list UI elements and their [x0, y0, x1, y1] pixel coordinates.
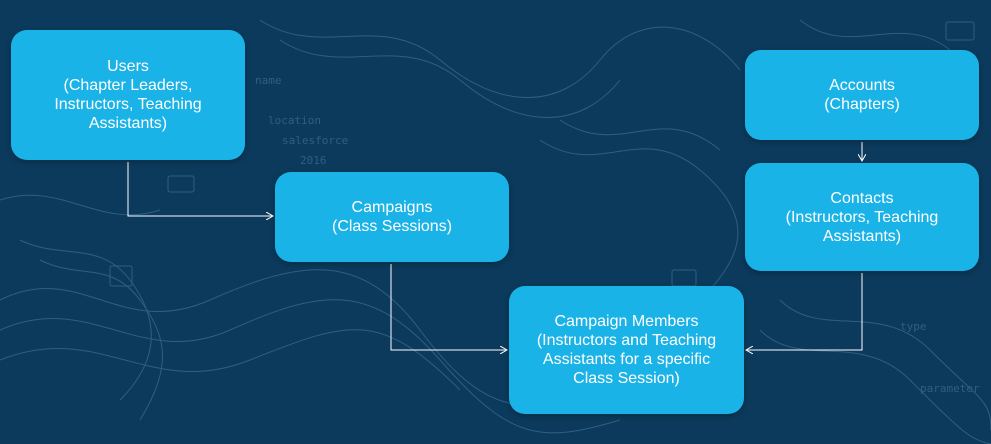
- contacts-node-line: Assistants): [822, 227, 902, 245]
- campaigns-node-line: (Class Sessions): [331, 218, 453, 235]
- campaigns-node[interactable]: Campaigns (Class Sessions): [275, 172, 509, 262]
- svg-text:name: name: [255, 74, 282, 87]
- contacts-node-title: Contacts: [830, 189, 894, 207]
- campaign-members-node[interactable]: Campaign Members (Instructors and Teachi…: [509, 286, 744, 414]
- users-node-title: Users: [107, 58, 149, 75]
- users-node-line: (Chapter Leaders,: [63, 77, 193, 94]
- campaign-members-node-line: Assistants for a specific: [542, 351, 711, 368]
- campaign-members-node-line: Class Session): [573, 370, 680, 387]
- users-node-line: Assistants): [88, 115, 168, 132]
- campaign-members-node-title: Campaign Members: [554, 313, 699, 330]
- svg-text:salesforce: salesforce: [282, 134, 348, 147]
- campaigns-node-title: Campaigns: [351, 199, 433, 216]
- contacts-node[interactable]: Contacts (Instructors, Teaching Assistan…: [745, 163, 979, 271]
- svg-text:parameter: parameter: [920, 382, 980, 395]
- accounts-node-title: Accounts: [829, 77, 895, 94]
- campaign-members-node-line: (Instructors and Teaching: [536, 332, 717, 349]
- svg-text:type: type: [900, 320, 927, 333]
- users-node[interactable]: Users (Chapter Leaders, Instructors, Tea…: [11, 30, 245, 160]
- users-node-line: Instructors, Teaching: [54, 96, 202, 113]
- contacts-node-line: (Instructors, Teaching: [785, 208, 939, 226]
- svg-text:location: location: [268, 114, 321, 127]
- accounts-node[interactable]: Accounts (Chapters): [745, 50, 979, 140]
- svg-text:2016: 2016: [300, 154, 327, 167]
- accounts-node-line: (Chapters): [824, 96, 900, 113]
